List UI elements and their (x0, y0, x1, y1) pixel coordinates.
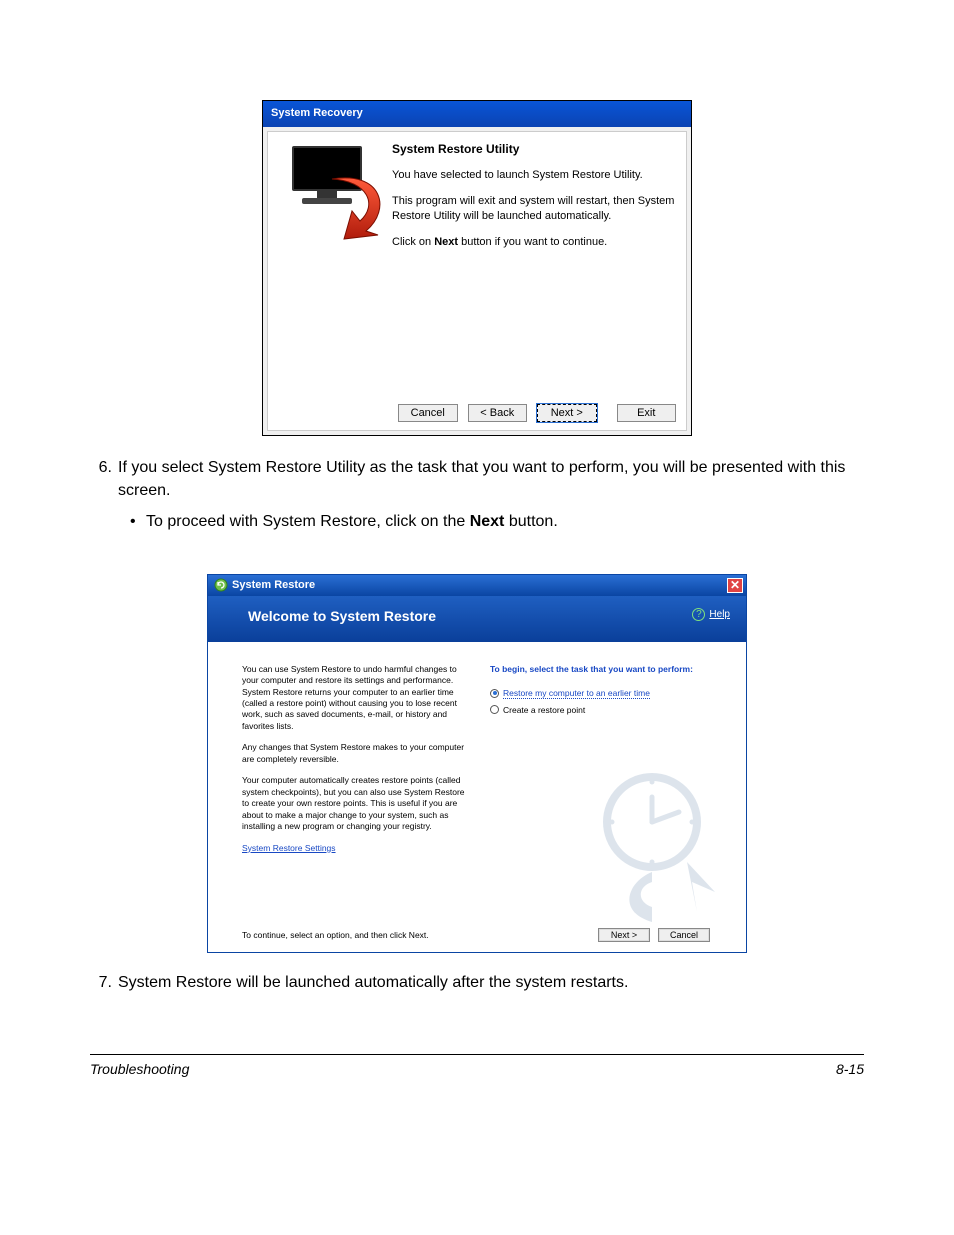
bullet-text: To proceed with System Restore, click on… (146, 510, 558, 533)
footer-pagenum: 8-15 (836, 1061, 864, 1077)
radio-restore-earlier[interactable]: Restore my computer to an earlier time (490, 688, 732, 699)
restore-app-icon (214, 578, 228, 592)
help-icon: ? (692, 608, 705, 621)
document-page: System Recovery (0, 0, 954, 1235)
next-button[interactable]: Next > (537, 404, 597, 422)
restore-desc-p2: Any changes that System Restore makes to… (242, 742, 470, 765)
system-recovery-window: System Recovery (262, 100, 692, 436)
system-recovery-titlebar: System Recovery (263, 101, 691, 127)
step-number: 6. (90, 456, 118, 502)
system-restore-footer: To continue, select an option, and then … (208, 922, 746, 952)
step-text: If you select System Restore Utility as … (118, 456, 864, 502)
step-text: System Restore will be launched automati… (118, 971, 864, 994)
system-restore-body: You can use System Restore to undo harmf… (208, 642, 746, 922)
close-button[interactable]: ✕ (727, 578, 743, 593)
system-restore-header-title: Welcome to System Restore (248, 608, 436, 624)
system-restore-header: Welcome to System Restore ? Help (208, 596, 746, 642)
system-recovery-button-row: Cancel < Back Next > Exit (398, 404, 676, 422)
task-prompt: To begin, select the task that you want … (490, 664, 732, 674)
page-footer: Troubleshooting 8-15 (90, 1061, 864, 1077)
radio-icon (490, 705, 499, 714)
restore-desc-p3: Your computer automatically creates rest… (242, 775, 470, 832)
system-recovery-p1: You have selected to launch System Resto… (392, 168, 676, 182)
restore-next-button[interactable]: Next > (598, 928, 650, 942)
footer-hint: To continue, select an option, and then … (242, 930, 429, 940)
system-recovery-p2: This program will exit and system will r… (392, 194, 676, 223)
step-6-bullet: • To proceed with System Restore, click … (130, 510, 864, 533)
restore-desc-p1: You can use System Restore to undo harmf… (242, 664, 470, 733)
system-recovery-title: System Recovery (271, 107, 363, 119)
radio-restore-earlier-label: Restore my computer to an earlier time (503, 688, 650, 699)
system-restore-title: System Restore (232, 579, 315, 591)
system-recovery-heading: System Restore Utility (392, 142, 676, 156)
step-6: 6. If you select System Restore Utility … (90, 456, 864, 502)
exit-button[interactable]: Exit (617, 404, 677, 422)
radio-create-point-label: Create a restore point (503, 705, 585, 715)
system-restore-settings-link[interactable]: System Restore Settings (242, 843, 336, 853)
back-button[interactable]: < Back (468, 404, 528, 422)
restore-cancel-button[interactable]: Cancel (658, 928, 710, 942)
radio-create-point[interactable]: Create a restore point (490, 705, 732, 715)
system-recovery-text: System Restore Utility You have selected… (392, 136, 676, 261)
system-restore-right-column: To begin, select the task that you want … (490, 664, 732, 914)
system-restore-titlebar: System Restore ✕ (208, 575, 746, 596)
system-recovery-p3: Click on Next button if you want to cont… (392, 235, 676, 249)
help-link[interactable]: Help (709, 609, 730, 620)
footer-section: Troubleshooting (90, 1061, 189, 1077)
footer-rule (90, 1054, 864, 1055)
cancel-button[interactable]: Cancel (398, 404, 458, 422)
system-restore-window: System Restore ✕ Welcome to System Resto… (207, 574, 747, 953)
system-recovery-body: System Restore Utility You have selected… (267, 131, 687, 431)
clock-watermark-icon (592, 762, 722, 922)
radio-icon (490, 689, 499, 698)
bullet-dot: • (130, 510, 146, 533)
monitor-arrow-icon (272, 136, 392, 246)
help-link-area[interactable]: ? Help (692, 608, 730, 621)
system-restore-left-column: You can use System Restore to undo harmf… (242, 664, 490, 914)
step-7: 7. System Restore will be launched autom… (90, 971, 864, 994)
step-number: 7. (90, 971, 118, 994)
